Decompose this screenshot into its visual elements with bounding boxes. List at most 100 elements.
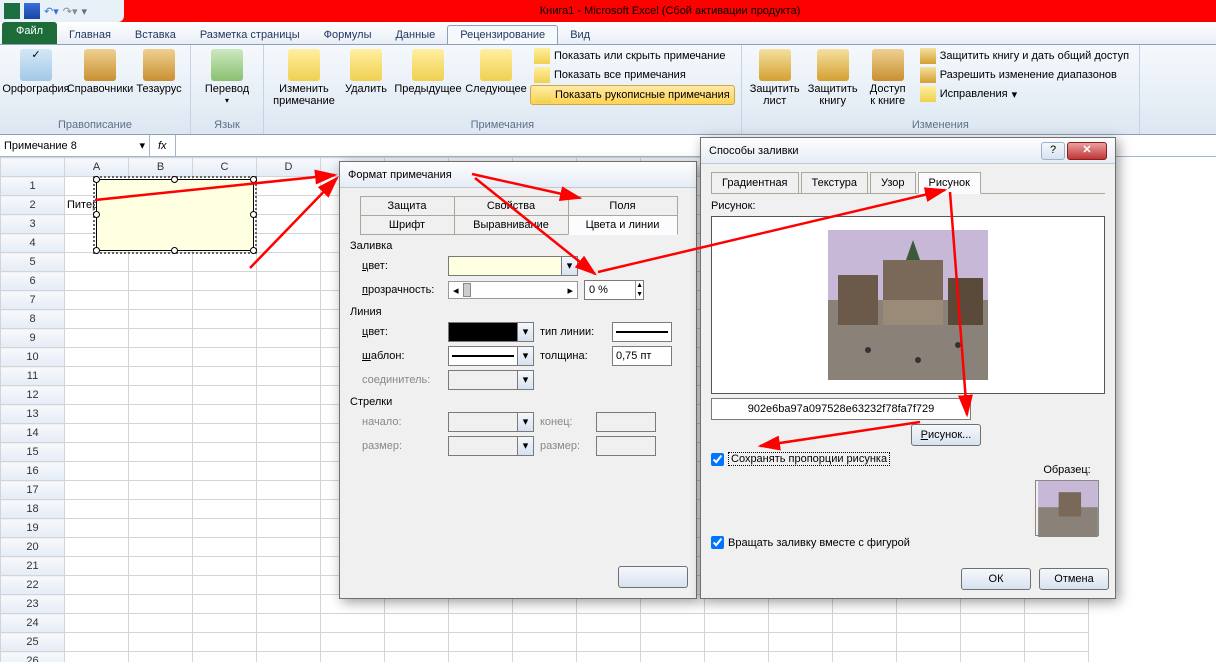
cell[interactable]	[769, 652, 833, 663]
cell[interactable]	[257, 519, 321, 538]
cell[interactable]	[65, 595, 129, 614]
cell[interactable]	[129, 614, 193, 633]
rotate-checkbox[interactable]: Вращать заливку вместе с фигурой	[711, 536, 1105, 549]
cell[interactable]	[257, 253, 321, 272]
cell[interactable]	[65, 443, 129, 462]
cell[interactable]	[513, 633, 577, 652]
tab-texture[interactable]: Текстура	[801, 172, 868, 193]
cell[interactable]	[65, 652, 129, 663]
save-icon[interactable]	[24, 3, 40, 19]
tab-home[interactable]: Главная	[57, 26, 123, 44]
cell[interactable]	[513, 652, 577, 663]
row-header[interactable]: 4	[1, 234, 65, 253]
cell[interactable]	[257, 215, 321, 234]
cell[interactable]	[833, 652, 897, 663]
cell[interactable]	[193, 481, 257, 500]
cell[interactable]	[65, 633, 129, 652]
cell[interactable]	[257, 386, 321, 405]
cell[interactable]	[65, 462, 129, 481]
cell[interactable]	[193, 424, 257, 443]
cell[interactable]	[193, 443, 257, 462]
tab-formulas[interactable]: Формулы	[312, 26, 384, 44]
cell[interactable]	[193, 595, 257, 614]
row-header[interactable]: 24	[1, 614, 65, 633]
row-header[interactable]: 26	[1, 652, 65, 663]
cell[interactable]	[193, 500, 257, 519]
row-header[interactable]: 19	[1, 519, 65, 538]
cell[interactable]	[385, 633, 449, 652]
cell[interactable]	[193, 557, 257, 576]
cell[interactable]	[65, 253, 129, 272]
tab-protection[interactable]: Защита	[360, 196, 455, 216]
cell[interactable]	[257, 614, 321, 633]
cell[interactable]	[641, 633, 705, 652]
cell[interactable]	[1025, 614, 1089, 633]
cell[interactable]	[65, 272, 129, 291]
row-header[interactable]: 25	[1, 633, 65, 652]
allow-ranges-button[interactable]: Разрешить изменение диапазонов	[916, 66, 1133, 84]
tab-insert[interactable]: Вставка	[123, 26, 188, 44]
show-ink-button[interactable]: Показать рукописные примечания	[530, 85, 735, 105]
tab-picture[interactable]: Рисунок	[918, 172, 982, 194]
cell[interactable]	[65, 519, 129, 538]
row-header[interactable]: 3	[1, 215, 65, 234]
row-header[interactable]: 7	[1, 291, 65, 310]
cell[interactable]	[193, 614, 257, 633]
col-header[interactable]: B	[129, 158, 193, 177]
cell[interactable]	[129, 405, 193, 424]
edit-comment-button[interactable]: Изменить примечание	[270, 47, 338, 109]
cell[interactable]	[65, 386, 129, 405]
close-button[interactable]: ✕	[1067, 142, 1107, 160]
cell[interactable]	[257, 177, 321, 196]
cell[interactable]	[193, 386, 257, 405]
cell[interactable]	[193, 405, 257, 424]
cell[interactable]	[257, 462, 321, 481]
cell[interactable]	[257, 348, 321, 367]
cell[interactable]	[257, 234, 321, 253]
rotate-input[interactable]	[711, 536, 724, 549]
dialog-title-bar[interactable]: Способы заливки ? ✕	[701, 138, 1115, 164]
cell[interactable]	[193, 652, 257, 663]
cell[interactable]	[65, 424, 129, 443]
name-box-input[interactable]	[4, 137, 114, 155]
cell[interactable]	[129, 367, 193, 386]
cell[interactable]	[961, 633, 1025, 652]
cell[interactable]	[897, 633, 961, 652]
row-header[interactable]: 14	[1, 424, 65, 443]
name-box[interactable]: ▾	[0, 135, 150, 156]
dropdown-icon[interactable]: ▾	[139, 139, 145, 152]
cell[interactable]	[193, 538, 257, 557]
row-header[interactable]: 2	[1, 196, 65, 215]
tab-layout[interactable]: Разметка страницы	[188, 26, 312, 44]
row-header[interactable]: 5	[1, 253, 65, 272]
fill-color-combo[interactable]: ▾	[448, 256, 578, 276]
cell[interactable]	[193, 367, 257, 386]
cell[interactable]	[385, 614, 449, 633]
cell[interactable]	[321, 614, 385, 633]
cell[interactable]	[65, 557, 129, 576]
cell[interactable]	[577, 652, 641, 663]
row-header[interactable]: 8	[1, 310, 65, 329]
cell[interactable]	[769, 633, 833, 652]
cell[interactable]	[129, 576, 193, 595]
tab-data[interactable]: Данные	[383, 26, 447, 44]
cell[interactable]	[193, 576, 257, 595]
cell[interactable]	[961, 652, 1025, 663]
translate-button[interactable]: Перевод▾	[197, 47, 257, 109]
cell[interactable]	[65, 500, 129, 519]
picture-name-field[interactable]: 902e6ba97a097528e63232f78fa7f729	[711, 398, 971, 420]
cell[interactable]	[65, 348, 129, 367]
spelling-button[interactable]: ✓Орфография	[6, 47, 66, 97]
col-header[interactable]: A	[65, 158, 129, 177]
tab-gradient[interactable]: Градиентная	[711, 172, 799, 193]
tab-margins[interactable]: Поля	[568, 196, 678, 216]
file-tab[interactable]: Файл	[2, 22, 57, 44]
cell[interactable]	[257, 329, 321, 348]
line-color-combo[interactable]: ▾	[448, 322, 534, 342]
line-pattern-combo[interactable]: ▾	[448, 346, 534, 366]
keep-ratio-input[interactable]	[711, 453, 724, 466]
cell[interactable]	[257, 196, 321, 215]
help-button[interactable]: ?	[1041, 142, 1065, 160]
protect-share-button[interactable]: Защитить книгу и дать общий доступ	[916, 47, 1133, 65]
cell[interactable]	[129, 500, 193, 519]
